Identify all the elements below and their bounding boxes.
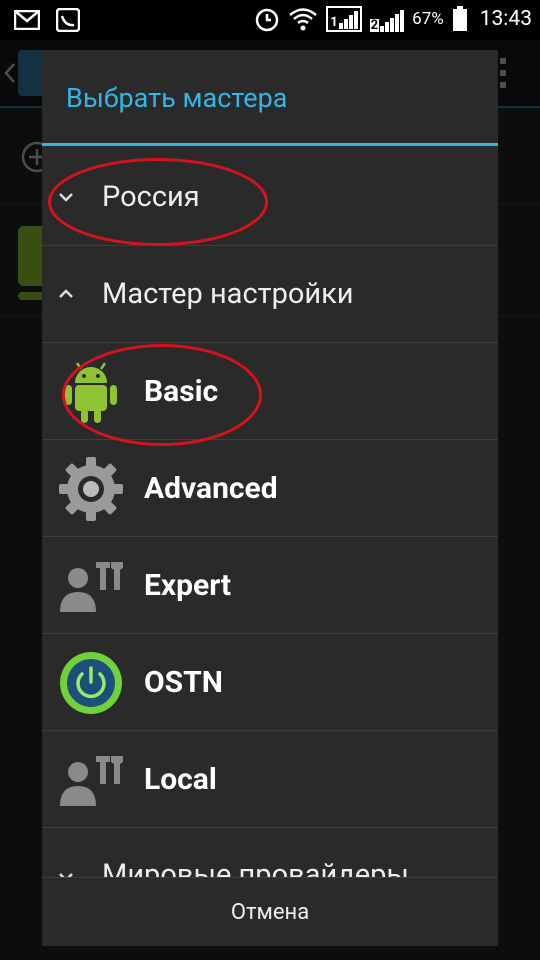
item-advanced[interactable]: Advanced [42, 440, 498, 537]
clock: 13:43 [479, 7, 532, 31]
sim2-signal-icon: 2 [369, 6, 405, 33]
voicemail-icon [56, 8, 80, 32]
chevron-down-icon [56, 149, 76, 245]
status-bar-right: 1 2 67% 13:43 [254, 6, 532, 32]
group-world-providers[interactable]: Мировые провайдеры [42, 828, 498, 877]
wifi-icon [289, 8, 318, 31]
sim1-number: 1 [330, 15, 338, 30]
gear-icon [56, 454, 126, 524]
sim1-signal-icon: 1 [326, 6, 362, 32]
user-tools-icon [56, 551, 126, 621]
item-basic[interactable]: Basic [42, 343, 498, 440]
status-bar: 1 2 67% 13:43 [0, 0, 540, 40]
select-wizard-dialog: Выбрать мастера Россия Мастер настройки [42, 50, 498, 946]
chevron-down-icon [56, 828, 76, 877]
item-label: Local [144, 761, 217, 797]
item-ostn[interactable]: OSTN [42, 634, 498, 731]
group-label: Мастер настройки [102, 277, 354, 311]
item-label: Basic [144, 373, 219, 409]
power-icon [56, 648, 126, 718]
chevron-up-icon [56, 246, 76, 342]
item-local[interactable]: Local [42, 731, 498, 828]
user-tools-icon [56, 745, 126, 815]
android-icon [56, 357, 126, 427]
group-setup-wizard[interactable]: Мастер настройки [42, 246, 498, 343]
status-bar-left [14, 8, 80, 32]
mail-icon [14, 10, 40, 30]
alarm-icon [255, 8, 279, 32]
cancel-button[interactable]: Отмена [42, 877, 498, 946]
group-label: Россия [102, 180, 200, 214]
item-expert[interactable]: Expert [42, 537, 498, 634]
cancel-label: Отмена [230, 899, 310, 925]
item-label: Advanced [144, 470, 278, 506]
group-russia[interactable]: Россия [42, 149, 498, 246]
group-label: Мировые провайдеры [102, 858, 409, 877]
item-label: OSTN [144, 664, 223, 700]
battery-icon [452, 6, 467, 31]
wizard-list[interactable]: Россия Мастер настройки Basic Advanced E… [42, 149, 498, 877]
sim2-number: 2 [369, 18, 380, 33]
battery-percent: 67% [412, 9, 444, 29]
dialog-title: Выбрать мастера [42, 50, 498, 146]
item-label: Expert [144, 567, 232, 603]
